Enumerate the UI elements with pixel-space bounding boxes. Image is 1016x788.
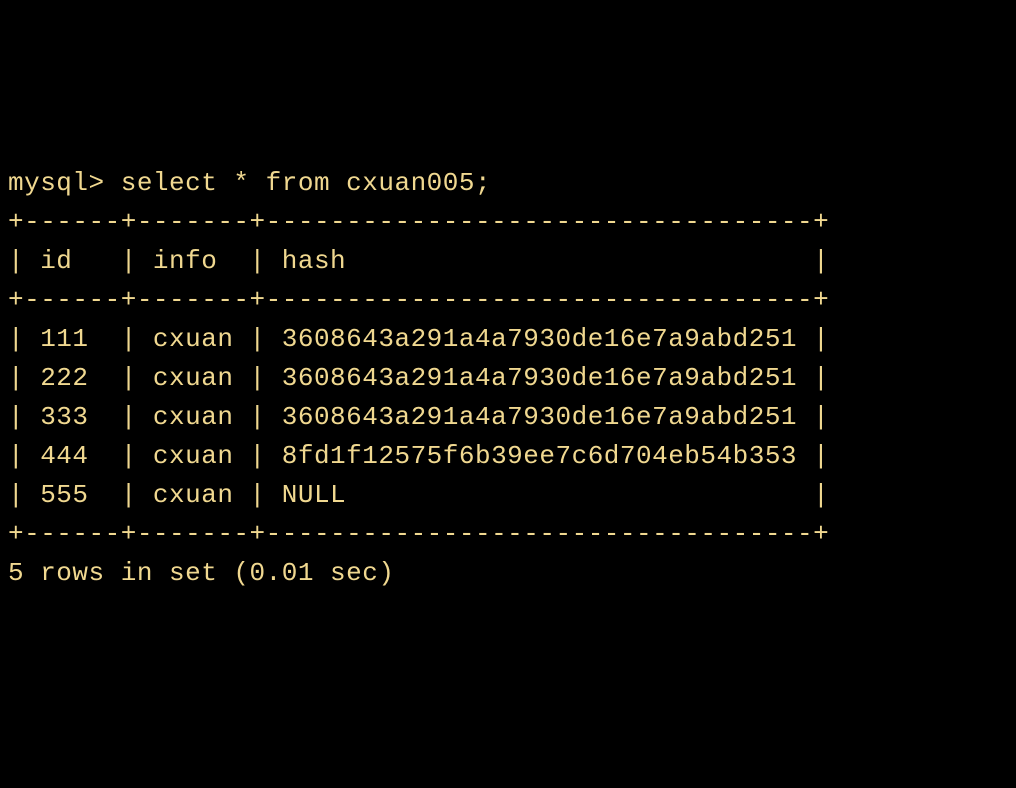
table-border-top: +------+-------+------------------------…	[8, 207, 829, 237]
table-row: | 555 | cxuan | NULL |	[8, 480, 829, 510]
mysql-prompt: mysql>	[8, 168, 121, 198]
table-row: | 111 | cxuan | 3608643a291a4a7930de16e7…	[8, 324, 829, 354]
table-row: | 333 | cxuan | 3608643a291a4a7930de16e7…	[8, 402, 829, 432]
sql-query: select * from cxuan005;	[121, 168, 491, 198]
mysql-terminal: mysql> select * from cxuan005; +------+-…	[8, 164, 1008, 593]
result-footer: 5 rows in set (0.01 sec)	[8, 558, 394, 588]
table-row: | 222 | cxuan | 3608643a291a4a7930de16e7…	[8, 363, 829, 393]
table-border-mid: +------+-------+------------------------…	[8, 285, 829, 315]
table-header-row: | id | info | hash |	[8, 246, 829, 276]
table-border-bottom: +------+-------+------------------------…	[8, 519, 829, 549]
table-row: | 444 | cxuan | 8fd1f12575f6b39ee7c6d704…	[8, 441, 829, 471]
